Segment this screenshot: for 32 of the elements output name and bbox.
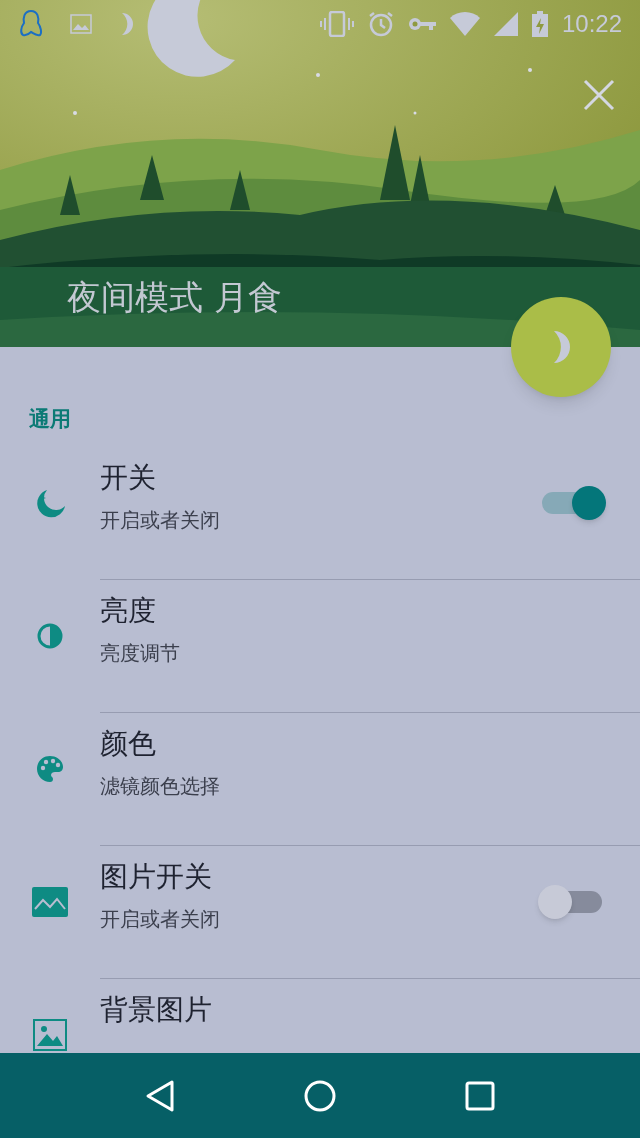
header-title: 夜间模式 月食 bbox=[67, 276, 282, 319]
signal-icon bbox=[493, 12, 518, 36]
vibrate-icon bbox=[319, 11, 354, 37]
recents-icon bbox=[465, 1080, 495, 1111]
landscape-icon bbox=[32, 887, 68, 917]
settings-row[interactable]: 开关 开启或者关闭 bbox=[0, 447, 640, 580]
alarm-icon bbox=[367, 11, 394, 37]
settings-row[interactable]: 背景图片 bbox=[0, 979, 640, 1053]
setting-title: 开关 bbox=[100, 460, 156, 496]
wifi-icon bbox=[449, 12, 480, 36]
setting-title: 亮度 bbox=[100, 593, 156, 629]
palette-icon bbox=[35, 754, 65, 784]
settings-row[interactable]: 颜色 滤镜颜色选择 bbox=[0, 713, 640, 846]
image-icon bbox=[33, 1019, 67, 1051]
section-header: 通用 bbox=[29, 405, 71, 433]
key-icon bbox=[407, 16, 436, 32]
setting-title: 颜色 bbox=[100, 726, 156, 762]
settings-row[interactable]: 图片开关 开启或者关闭 bbox=[0, 846, 640, 979]
setting-subtitle: 开启或者关闭 bbox=[100, 906, 220, 933]
image-icon bbox=[70, 14, 92, 34]
close-icon bbox=[583, 79, 615, 111]
setting-title: 图片开关 bbox=[100, 859, 212, 895]
home-icon bbox=[304, 1079, 336, 1112]
back-icon bbox=[144, 1078, 176, 1113]
contrast-icon bbox=[36, 622, 64, 650]
setting-subtitle: 开启或者关闭 bbox=[100, 507, 220, 534]
settings-row[interactable]: 亮度 亮度调节 bbox=[0, 580, 640, 713]
setting-subtitle: 滤镜颜色选择 bbox=[100, 773, 220, 800]
setting-title: 背景图片 bbox=[100, 992, 212, 1028]
penguin-icon bbox=[18, 9, 44, 39]
setting-subtitle: 亮度调节 bbox=[100, 640, 180, 667]
status-time: 10:22 bbox=[561, 9, 622, 39]
